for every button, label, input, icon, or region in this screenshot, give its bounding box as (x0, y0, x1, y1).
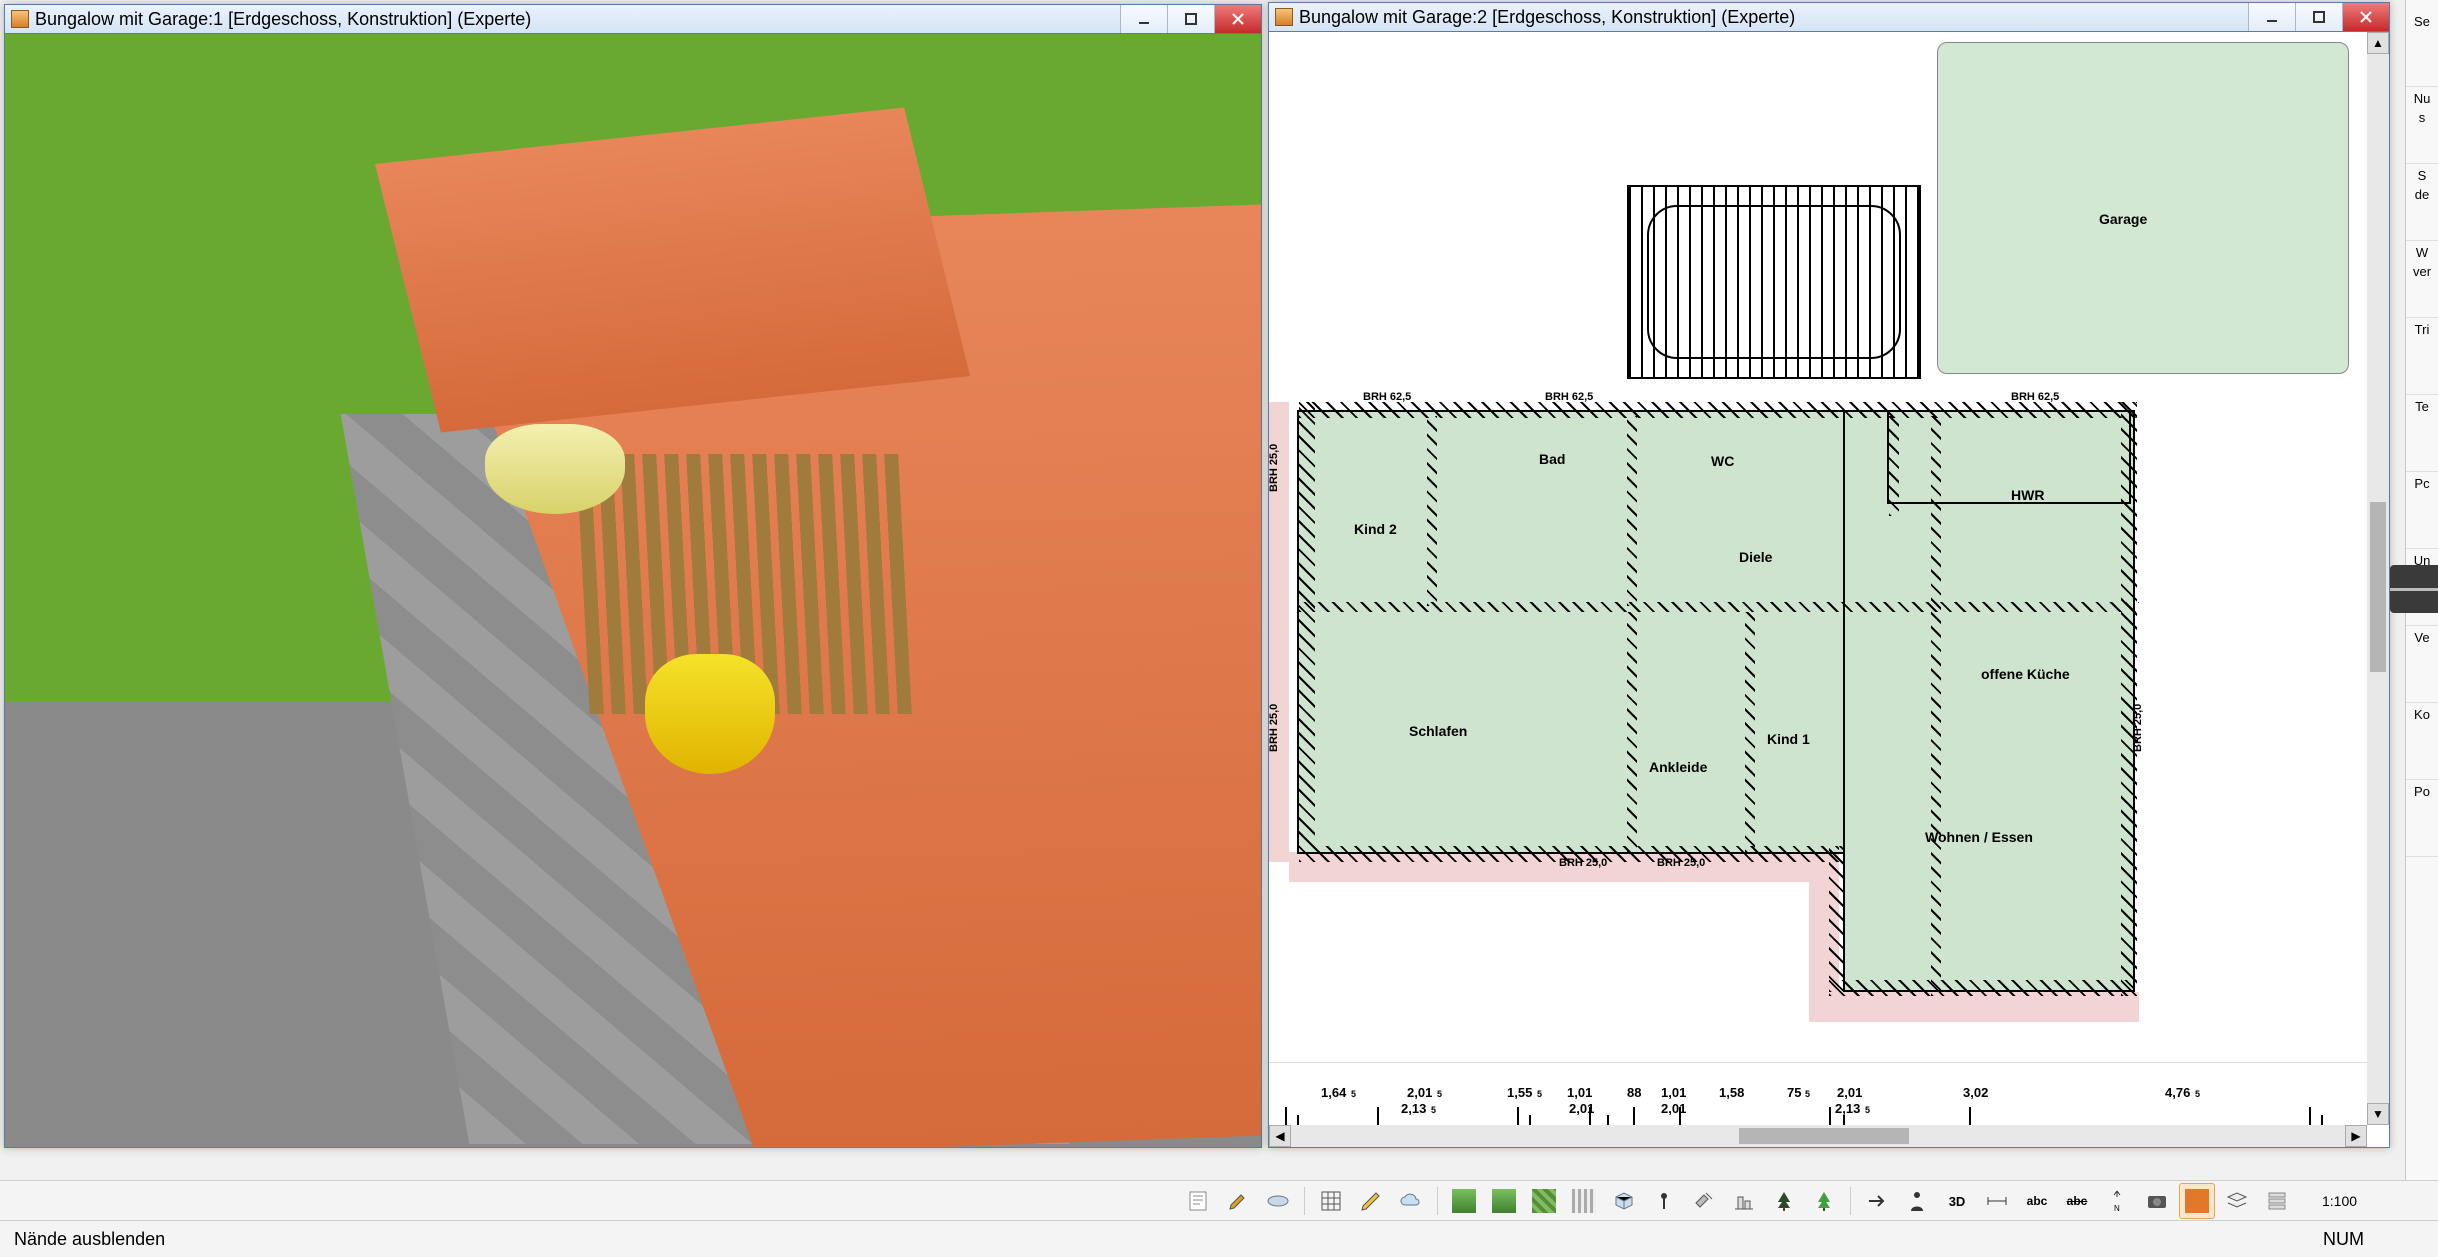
side-row-label: Ko (2406, 707, 2438, 722)
orange-icon[interactable] (2179, 1183, 2215, 1219)
side-row-label: Se (2406, 14, 2438, 29)
side-row-label: Po (2406, 784, 2438, 799)
arrow-icon[interactable] (1859, 1183, 1895, 1219)
room-diele-box (1889, 412, 2129, 502)
room-garage (1937, 42, 2349, 374)
layers-icon[interactable] (2219, 1183, 2255, 1219)
brh-right1: BRH 25,0 (2133, 704, 2144, 752)
viewport-plan[interactable]: Garage (1269, 32, 2389, 1147)
maximize-button[interactable] (1167, 5, 1214, 33)
hammer-icon[interactable] (1686, 1183, 1722, 1219)
bottom-toolbar: 3D abc abc N 1:100 (0, 1180, 2438, 1221)
app-icon (1275, 8, 1293, 26)
vscroll-thumb[interactable] (2370, 502, 2386, 672)
pen-icon[interactable] (1220, 1183, 1256, 1219)
compass-icon[interactable]: N (2099, 1183, 2135, 1219)
app-icon (11, 10, 29, 28)
titlebar-left[interactable]: Bungalow mit Garage:1 [Erdgeschoss, Kons… (5, 5, 1261, 34)
status-hint: Nände ausblenden (14, 1229, 165, 1250)
brh-top1: BRH 62,5 (1363, 392, 1411, 403)
strike-icon[interactable]: abc (2059, 1183, 2095, 1219)
label-ankleide: Ankleide (1649, 760, 1707, 774)
notepad-icon[interactable] (1180, 1183, 1216, 1219)
terrace (1629, 187, 1919, 377)
brh-bot1: BRH 25,0 (1559, 858, 1607, 869)
terrain-hatch-icon[interactable] (1526, 1183, 1562, 1219)
cloud-icon[interactable] (1393, 1183, 1429, 1219)
titlebar-right[interactable]: Bungalow mit Garage:2 [Erdgeschoss, Kons… (1269, 3, 2389, 32)
close-button[interactable] (2342, 3, 2389, 31)
terrain-green-icon[interactable] (1446, 1183, 1482, 1219)
3d-icon[interactable]: 3D (1939, 1183, 1975, 1219)
pencil-icon[interactable] (1353, 1183, 1389, 1219)
side-row-label: Tri (2406, 322, 2438, 337)
scale-display[interactable]: 1:100 (2311, 1189, 2368, 1213)
minimize-button[interactable] (1120, 5, 1167, 33)
side-row-label: Ve (2406, 630, 2438, 645)
tree-green-icon[interactable] (1806, 1183, 1842, 1219)
side-row-label: Pc (2406, 476, 2438, 491)
scroll-right-button[interactable]: ▶ (2345, 1125, 2367, 1147)
grid-icon[interactable] (1313, 1183, 1349, 1219)
box3d-icon[interactable] (1606, 1183, 1642, 1219)
side-row-label: Te (2406, 399, 2438, 414)
terrain-edit-icon[interactable] (1486, 1183, 1522, 1219)
window-3d: Bungalow mit Garage:1 [Erdgeschoss, Kons… (4, 4, 1262, 1148)
maximize-button[interactable] (2295, 3, 2342, 31)
label-hwr: HWR (2011, 488, 2044, 502)
close-button[interactable] (1214, 5, 1261, 33)
abc-icon[interactable]: abc (2019, 1183, 2055, 1219)
section-icon[interactable] (1726, 1183, 1762, 1219)
label-wohnen: Wohnen / Essen (1925, 830, 2033, 844)
horizontal-scrollbar[interactable]: ◀ ▶ (1269, 1125, 2367, 1147)
sidepanel-handle[interactable] (2390, 565, 2438, 613)
vertical-scrollbar[interactable]: ▲ ▼ (2367, 32, 2389, 1125)
text-layers-icon[interactable] (2259, 1183, 2295, 1219)
side-row-label: W (2406, 245, 2438, 260)
scroll-left-button[interactable]: ◀ (1269, 1125, 1291, 1147)
raster-icon[interactable] (1566, 1183, 1602, 1219)
minimize-button[interactable] (2248, 3, 2295, 31)
label-wc: WC (1711, 454, 1734, 468)
viewport-3d[interactable] (5, 34, 1261, 1147)
pin-icon[interactable] (1646, 1183, 1682, 1219)
person-icon[interactable] (1899, 1183, 1935, 1219)
label-garage: Garage (2099, 212, 2147, 226)
statusbar: Nände ausblenden NUM (0, 1220, 2438, 1257)
tree-dark-icon[interactable] (1766, 1183, 1802, 1219)
brh-top3: BRH 62,5 (2011, 392, 2059, 403)
brh-left2: BRH 25,0 (1269, 704, 1280, 752)
brh-top2: BRH 62,5 (1545, 392, 1593, 403)
window-title-right: Bungalow mit Garage:2 [Erdgeschoss, Kons… (1299, 7, 1795, 28)
plate-icon[interactable] (1260, 1183, 1296, 1219)
dimension-icon[interactable] (1979, 1183, 2015, 1219)
brh-bot2: BRH 25,0 (1657, 858, 1705, 869)
brh-left1: BRH 25,0 (1269, 444, 1280, 492)
scroll-up-button[interactable]: ▲ (2367, 32, 2389, 54)
label-kind1: Kind 1 (1767, 732, 1810, 746)
label-schlafen: Schlafen (1409, 724, 1467, 738)
side-row-label: Nu (2406, 91, 2438, 106)
window-title-left: Bungalow mit Garage:1 [Erdgeschoss, Kons… (35, 9, 531, 30)
svg-text:N: N (2114, 1204, 2120, 1213)
scroll-down-button[interactable]: ▼ (2367, 1103, 2389, 1125)
status-num: NUM (2323, 1229, 2364, 1250)
window-plan: Bungalow mit Garage:2 [Erdgeschoss, Kons… (1268, 2, 2390, 1148)
dimension-ruler: 1,645 2,015 2,135 1,555 1,01 2,01 88 1,0… (1269, 1062, 2367, 1125)
camera-icon[interactable] (2139, 1183, 2175, 1219)
side-row-label: S (2406, 168, 2438, 183)
label-kind2: Kind 2 (1354, 522, 1397, 536)
label-diele: Diele (1739, 550, 1772, 564)
hscroll-thumb[interactable] (1739, 1128, 1909, 1144)
label-kueche: offene Küche (1981, 667, 2070, 681)
label-bad: Bad (1539, 452, 1565, 466)
